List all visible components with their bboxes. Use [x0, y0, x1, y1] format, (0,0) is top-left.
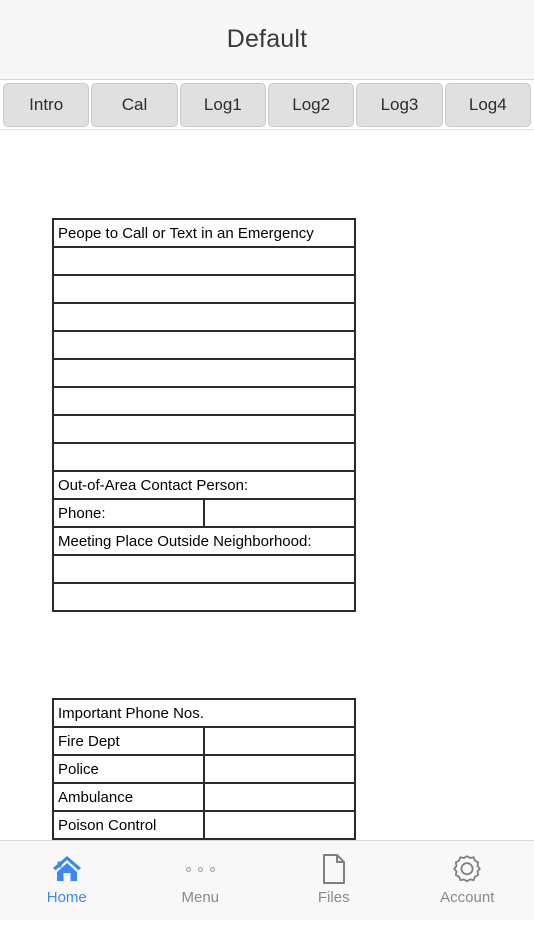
- police-label: Police: [52, 754, 205, 784]
- home-icon: [51, 852, 83, 886]
- dot-1: [185, 866, 191, 872]
- ambulance-label: Ambulance: [52, 782, 205, 812]
- police-value-cell[interactable]: [203, 754, 356, 784]
- poison-control-label: Poison Control: [52, 810, 205, 840]
- out-of-area-contact-label[interactable]: Out-of-Area Contact Person:: [52, 470, 356, 500]
- table-row[interactable]: [52, 302, 356, 332]
- table-row[interactable]: Meeting Place Outside Neighborhood:: [52, 526, 356, 556]
- tab-strip: Intro Cal Log1 Log2 Log3 Log4: [0, 80, 534, 130]
- poison-control-value-cell[interactable]: [203, 810, 356, 840]
- tab-log2[interactable]: Log2: [267, 82, 355, 127]
- tab-log1[interactable]: Log1: [179, 82, 266, 127]
- table-row[interactable]: Poison Control: [52, 810, 356, 840]
- gear-icon: [451, 852, 483, 886]
- contact-entry-cell-3[interactable]: [52, 302, 356, 332]
- bottom-nav-account-label: Account: [440, 889, 495, 906]
- contact-entry-cell-8[interactable]: [52, 442, 356, 472]
- bottom-nav-files[interactable]: Files: [267, 841, 401, 906]
- page-title: Default: [226, 25, 308, 53]
- phones-table-title: Important Phone Nos.: [52, 698, 356, 728]
- table-row[interactable]: [52, 358, 356, 388]
- table-row[interactable]: [52, 246, 356, 276]
- table-row[interactable]: [52, 554, 356, 584]
- bottom-tab-bar: Home Menu Files Account: [0, 840, 534, 920]
- table-row[interactable]: [52, 330, 356, 360]
- contact-entry-cell-5[interactable]: [52, 358, 356, 388]
- contact-entry-cell-2[interactable]: [52, 274, 356, 304]
- bottom-nav-home-label: Home: [46, 889, 87, 906]
- document-icon: [321, 852, 347, 886]
- contacts-table-title: Peope to Call or Text in an Emergency: [52, 218, 356, 248]
- tab-log3[interactable]: Log3: [356, 82, 443, 127]
- contact-entry-cell-6[interactable]: [52, 386, 356, 416]
- ambulance-value-cell[interactable]: [203, 782, 356, 812]
- table-row[interactable]: Out-of-Area Contact Person:: [52, 470, 356, 500]
- dot-2: [197, 866, 203, 872]
- table-row[interactable]: [52, 274, 356, 304]
- tab-log4[interactable]: Log4: [444, 82, 531, 127]
- table-row-header: Peope to Call or Text in an Emergency: [52, 218, 356, 248]
- table-row[interactable]: [52, 582, 356, 612]
- table-row-header: Important Phone Nos.: [52, 698, 356, 728]
- bottom-nav-account[interactable]: Account: [401, 841, 534, 906]
- contact-entry-cell-4[interactable]: [52, 330, 356, 360]
- fire-dept-value-cell[interactable]: [203, 726, 356, 756]
- app-header: Default: [0, 0, 534, 80]
- table-row[interactable]: Police: [52, 754, 356, 784]
- dot-3: [209, 866, 215, 872]
- fire-dept-label: Fire Dept: [52, 726, 205, 756]
- phone-value-cell[interactable]: [203, 498, 356, 528]
- contacts-table: Peope to Call or Text in an Emergency Ou…: [52, 218, 356, 612]
- bottom-nav-menu[interactable]: Menu: [134, 841, 268, 906]
- contact-entry-cell-7[interactable]: [52, 414, 356, 444]
- table-row[interactable]: [52, 414, 356, 444]
- bottom-nav-files-label: Files: [317, 889, 350, 906]
- tab-cal[interactable]: Cal: [91, 82, 178, 127]
- main-content: Peope to Call or Text in an Emergency Ou…: [0, 130, 534, 920]
- dots-icon: [185, 852, 215, 886]
- bottom-nav-home[interactable]: Home: [0, 841, 134, 906]
- table-row[interactable]: [52, 442, 356, 472]
- meeting-place-label[interactable]: Meeting Place Outside Neighborhood:: [52, 526, 356, 556]
- table-row[interactable]: [52, 386, 356, 416]
- contacts-table-container: Peope to Call or Text in an Emergency Ou…: [52, 218, 356, 612]
- contact-entry-cell-1[interactable]: [52, 246, 356, 276]
- phone-label: Phone:: [52, 498, 205, 528]
- table-row[interactable]: Phone:: [52, 498, 356, 528]
- meeting-place-entry-cell-2[interactable]: [52, 582, 356, 612]
- tab-intro[interactable]: Intro: [3, 82, 90, 127]
- table-row[interactable]: Fire Dept: [52, 726, 356, 756]
- meeting-place-entry-cell-1[interactable]: [52, 554, 356, 584]
- bottom-nav-menu-label: Menu: [181, 889, 220, 906]
- table-row[interactable]: Ambulance: [52, 782, 356, 812]
